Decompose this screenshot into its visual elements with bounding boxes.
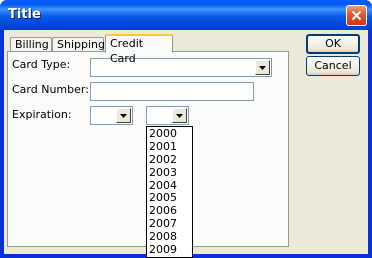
expiration-year-combo[interactable] [146, 106, 189, 125]
year-option[interactable]: 2006 [147, 204, 192, 217]
year-option[interactable]: 2000 [147, 127, 192, 140]
ok-button-label: OK [325, 37, 341, 50]
tab-credit-card[interactable]: Credit Card [105, 34, 173, 65]
ok-button[interactable]: OK [306, 34, 360, 54]
tab-shipping-label: Shipping [57, 38, 105, 51]
chevron-down-icon [259, 65, 266, 70]
card-type-label: Card Type: [12, 58, 71, 71]
year-option[interactable]: 2005 [147, 191, 192, 205]
tab-billing-label: Billing [15, 38, 49, 51]
expiration-label: Expiration: [12, 108, 72, 121]
title-bar[interactable]: Title [0, 0, 372, 30]
chevron-down-icon [176, 113, 183, 118]
year-option[interactable]: 2001 [147, 140, 192, 153]
close-button[interactable] [346, 5, 367, 26]
year-option[interactable]: 2007 [147, 217, 192, 230]
cancel-button[interactable]: Cancel [306, 56, 360, 76]
card-type-dropdown-button[interactable] [255, 60, 270, 75]
year-option[interactable]: 2002 [147, 153, 192, 166]
expiration-year-listbox[interactable]: 2000 2001 2002 2003 2004 2005 2006 2007 … [146, 126, 193, 258]
year-option[interactable]: 2009 [147, 243, 192, 256]
year-option[interactable]: 2003 [147, 166, 192, 179]
close-icon [351, 10, 362, 21]
year-option[interactable]: 2004 [147, 179, 192, 192]
expiration-month-combo[interactable] [90, 106, 133, 125]
expiration-month-dropdown-button[interactable] [116, 108, 131, 123]
card-number-input[interactable] [90, 82, 254, 101]
card-number-label: Card Number: [12, 83, 89, 96]
chevron-down-icon [120, 113, 127, 118]
expiration-year-dropdown-button[interactable] [172, 108, 187, 123]
cancel-button-label: Cancel [314, 59, 352, 72]
year-option[interactable]: 2008 [147, 230, 192, 243]
window-title: Title [8, 7, 41, 22]
